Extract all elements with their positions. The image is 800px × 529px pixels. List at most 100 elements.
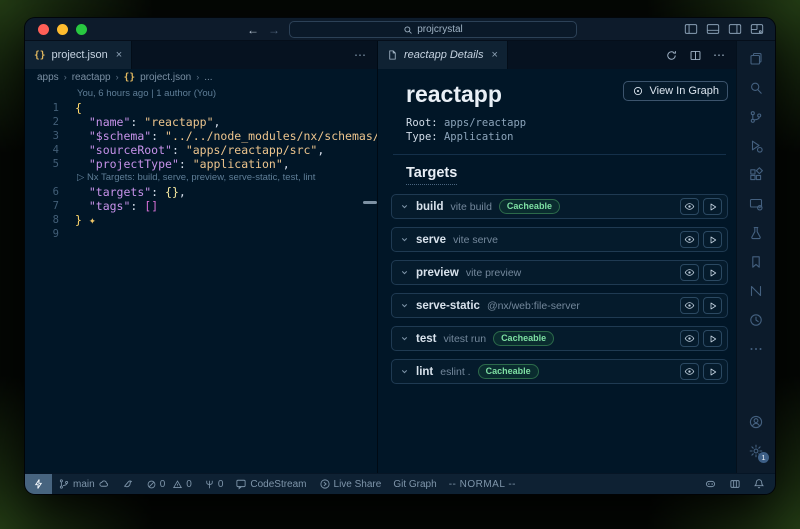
code-line[interactable]: 3 "$schema": "../../node_modules/nx/sche… [25, 129, 377, 143]
line-number [25, 171, 75, 185]
minimize-window-button[interactable] [57, 24, 68, 35]
view-target-button[interactable] [680, 297, 699, 314]
view-target-button[interactable] [680, 330, 699, 347]
chevron-down-icon[interactable] [400, 367, 409, 376]
close-tab-icon[interactable]: × [492, 49, 498, 61]
nx-console-icon[interactable] [748, 283, 764, 299]
settings-icon[interactable]: 1 [748, 443, 764, 459]
chevron-down-icon[interactable] [400, 268, 409, 277]
split-editor-icon[interactable] [689, 49, 702, 62]
target-row-build[interactable]: buildvite buildCacheable [391, 194, 728, 219]
code-line[interactable]: 6 "targets": {}, [25, 185, 377, 199]
remote-indicator[interactable] [25, 474, 52, 494]
code-line[interactable]: 9 [25, 227, 377, 241]
more-icon[interactable] [748, 341, 764, 357]
code-line[interactable]: 1{ [25, 101, 377, 115]
code-line[interactable]: 8} ✦ [25, 213, 377, 227]
comment-icon [235, 478, 247, 490]
vim-mode-status[interactable]: -- NORMAL -- [443, 474, 522, 494]
codelens-line[interactable]: ▷ Nx Targets: build, serve, preview, ser… [25, 171, 377, 185]
run-target-button[interactable] [703, 198, 722, 215]
traffic-lights [38, 24, 87, 35]
target-name: lint [416, 366, 433, 378]
live-share-status[interactable]: Live Share [313, 474, 388, 494]
project-details-panel: reactapp View In Graph Root: apps/reacta… [377, 69, 736, 473]
close-tab-icon[interactable]: × [116, 49, 122, 61]
cacheable-badge: Cacheable [499, 199, 560, 214]
source-control-icon[interactable] [748, 109, 764, 125]
code-line[interactable]: 4 "sourceRoot": "apps/reactapp/src", [25, 143, 377, 157]
bookmarks-icon[interactable] [748, 254, 764, 270]
extensions-icon[interactable] [748, 167, 764, 183]
run-target-button[interactable] [703, 231, 722, 248]
tab-project-json[interactable]: {} project.json × [25, 41, 132, 69]
toggle-panel-bottom-icon[interactable] [706, 23, 720, 35]
problems-status[interactable]: 0 0 [140, 474, 198, 494]
chevron-down-icon[interactable] [400, 202, 409, 211]
chevron-down-icon[interactable] [400, 334, 409, 343]
fork-count-status[interactable]: 0 [198, 474, 230, 494]
customize-layout-icon[interactable] [750, 23, 764, 35]
panel-grid-status[interactable] [723, 474, 747, 494]
target-command: @nx/web:file-server [487, 300, 580, 312]
view-target-button[interactable] [680, 198, 699, 215]
target-command: vite preview [466, 267, 521, 279]
code-line[interactable]: 5 "projectType": "application", [25, 157, 377, 171]
files-icon[interactable] [748, 51, 764, 67]
run-target-button[interactable] [703, 297, 722, 314]
command-center-search[interactable]: projcrystal [289, 21, 577, 38]
targets-list: buildvite buildCacheable servevite serve p… [391, 194, 728, 384]
target-row-lint[interactable]: linteslint .Cacheable [391, 359, 728, 384]
run-target-button[interactable] [703, 264, 722, 281]
view-target-button[interactable] [680, 363, 699, 380]
view-in-graph-button[interactable]: View In Graph [623, 81, 728, 101]
run-target-button[interactable] [703, 330, 722, 347]
nav-forward-icon[interactable]: → [268, 22, 280, 38]
target-row-serve[interactable]: servevite serve [391, 227, 728, 252]
code-lines: You, 6 hours ago | 1 author (You)1{2 "na… [25, 87, 377, 241]
toggle-panel-right-icon[interactable] [728, 23, 742, 35]
copilot-status[interactable] [698, 474, 723, 494]
nav-back-icon[interactable]: ← [247, 22, 259, 38]
zoom-window-button[interactable] [76, 24, 87, 35]
codestream-status[interactable]: CodeStream [229, 474, 312, 494]
code-editor[interactable]: You, 6 hours ago | 1 author (You)1{2 "na… [25, 85, 377, 473]
code-line[interactable]: 7 "tags": [] [25, 199, 377, 213]
code-line[interactable]: 2 "name": "reactapp", [25, 115, 377, 129]
codelens-line[interactable]: You, 6 hours ago | 1 author (You) [25, 87, 377, 101]
view-target-button[interactable] [680, 264, 699, 281]
git-graph-status[interactable]: Git Graph [387, 474, 442, 494]
chevron-down-icon[interactable] [400, 235, 409, 244]
close-window-button[interactable] [38, 24, 49, 35]
run-debug-icon[interactable] [748, 138, 764, 154]
notifications-status[interactable] [747, 474, 771, 494]
tab-overflow-icon[interactable]: ⋯ [354, 41, 377, 69]
target-row-test[interactable]: testvitest runCacheable [391, 326, 728, 351]
history-icon[interactable] [748, 312, 764, 328]
target-row-serve-static[interactable]: serve-static@nx/web:file-server [391, 293, 728, 318]
breadcrumb[interactable]: apps›reactapp›{}project.json›... [25, 69, 377, 85]
git-branch-status[interactable]: main [52, 474, 116, 494]
view-target-button[interactable] [680, 231, 699, 248]
refresh-icon[interactable] [665, 49, 678, 62]
run-target-button[interactable] [703, 363, 722, 380]
sash-handle[interactable] [363, 201, 377, 204]
copilot-icon [704, 478, 717, 490]
breadcrumb-item[interactable]: project.json [140, 72, 191, 83]
extension-status[interactable] [116, 474, 140, 494]
more-actions-icon[interactable]: ⋯ [713, 48, 726, 62]
account-icon[interactable] [748, 414, 764, 430]
target-row-preview[interactable]: previewvite preview [391, 260, 728, 285]
breadcrumb-item[interactable]: reactapp [72, 72, 111, 83]
breadcrumb-separator: › [64, 72, 67, 82]
testing-icon[interactable] [748, 225, 764, 241]
breadcrumb-item[interactable]: apps [37, 72, 59, 83]
chevron-down-icon[interactable] [400, 301, 409, 310]
toggle-panel-left-icon[interactable] [684, 23, 698, 35]
search-icon[interactable] [748, 80, 764, 96]
target-command: eslint . [440, 366, 470, 378]
remote-icon[interactable] [748, 196, 764, 212]
targets-heading: Targets [406, 165, 457, 185]
tab-reactapp-details[interactable]: reactapp Details × [378, 41, 508, 69]
breadcrumb-item[interactable]: ... [204, 72, 212, 83]
